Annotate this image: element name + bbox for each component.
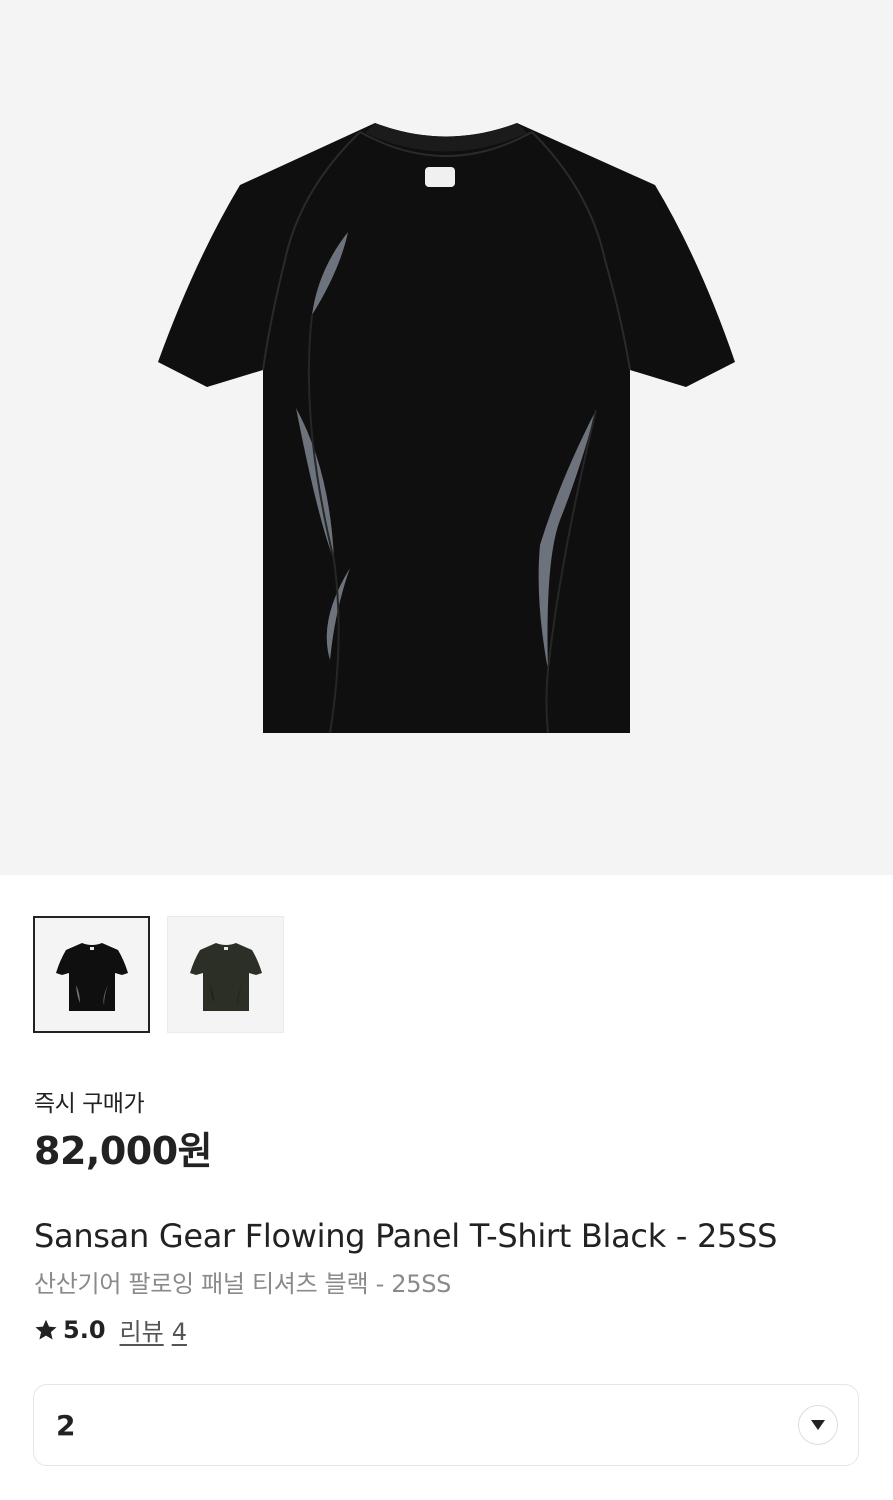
size-select-value: 2 xyxy=(56,1409,76,1442)
product-title: Sansan Gear Flowing Panel T-Shirt Black … xyxy=(34,1217,778,1255)
price-value: 82,000원 xyxy=(34,1129,213,1173)
size-select[interactable]: 2 xyxy=(33,1384,859,1466)
thumbnail-olive[interactable] xyxy=(167,916,284,1033)
size-select-toggle[interactable] xyxy=(798,1405,838,1445)
thumbnail-list xyxy=(33,916,284,1033)
review-label: 리뷰 xyxy=(119,1318,164,1346)
chevron-down-icon xyxy=(811,1420,825,1430)
tshirt-thumbnail-olive-image xyxy=(189,942,262,1011)
review-link[interactable]: 리뷰 4 xyxy=(120,1312,195,1347)
tshirt-thumbnail-black-image xyxy=(55,942,128,1011)
tshirt-main-image xyxy=(158,123,735,734)
thumbnail-black[interactable] xyxy=(33,916,150,1033)
price-label: 즉시 구매가 xyxy=(34,1091,145,1117)
review-count: 4 xyxy=(171,1318,187,1346)
product-subtitle: 산산기어 팔로잉 패널 티셔츠 블랙 - 25SS xyxy=(34,1270,452,1298)
star-icon xyxy=(35,1319,57,1340)
product-hero-image xyxy=(0,0,893,875)
rating-value: 5.0 xyxy=(63,1315,106,1344)
rating-row: 5.0 리뷰 4 xyxy=(33,1312,195,1347)
